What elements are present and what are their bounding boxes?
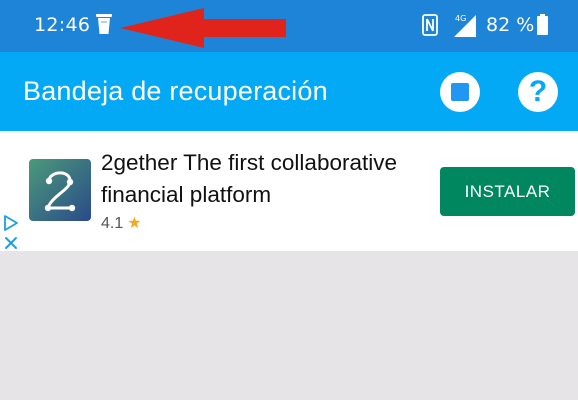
- app-logo-icon[interactable]: [29, 159, 91, 221]
- trash-icon: [96, 14, 112, 34]
- adchoices-icon[interactable]: [3, 215, 19, 231]
- signal-4g-icon: 4G: [454, 13, 476, 37]
- ad-banner[interactable]: 2gether The first collaborative financia…: [0, 131, 578, 251]
- help-icon: ?: [528, 75, 548, 108]
- app-title: Bandeja de recuperación: [23, 76, 328, 106]
- help-button[interactable]: ?: [518, 72, 558, 112]
- ad-title[interactable]: 2gether The first collaborative financia…: [101, 147, 431, 211]
- rating-value: 4.1: [101, 215, 124, 232]
- network-label: 4G: [455, 14, 466, 23]
- battery-icon: [537, 14, 548, 35]
- star-icon: ★: [127, 215, 142, 232]
- red-arrow-annotation: [120, 8, 286, 48]
- install-button[interactable]: INSTALAR: [440, 167, 575, 216]
- close-icon[interactable]: [4, 236, 18, 250]
- ad-rating: 4.1 ★: [101, 213, 142, 233]
- status-bar: 12:46 4G 82 %: [0, 0, 578, 52]
- status-time: 12:46: [34, 14, 91, 36]
- stop-icon: [451, 83, 469, 101]
- battery-percent: 82 %: [486, 14, 535, 36]
- stop-button[interactable]: [440, 72, 480, 112]
- app-bar: Bandeja de recuperación ?: [0, 52, 578, 131]
- content-area: [0, 251, 578, 400]
- nfc-icon: [422, 14, 438, 36]
- screen: 12:46 4G 82 % Bandeja de recuperación ? …: [0, 0, 578, 400]
